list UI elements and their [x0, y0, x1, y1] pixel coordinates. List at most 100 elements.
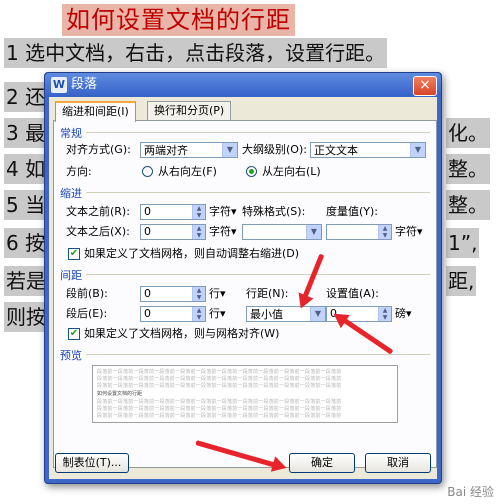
- preview-line: 段落前一段落前一段落前一段落前一段落前一段落前一段落前一段落前一段落前一段落前一…: [97, 383, 342, 389]
- outline-level-select[interactable]: 正文文本 ▼: [310, 142, 426, 158]
- spin-up-icon[interactable]: ▲: [193, 205, 205, 212]
- tab-indent-spacing[interactable]: 缩进和间距(I): [55, 101, 136, 122]
- spin-down-icon[interactable]: ▼: [193, 294, 205, 301]
- line-spacing-select[interactable]: 最小值 ▼: [246, 306, 326, 322]
- outline-level-value: 正文文本: [314, 144, 358, 157]
- alignment-value: 两端对齐: [144, 144, 188, 157]
- spinner[interactable]: ▲ ▼: [192, 225, 205, 239]
- spin-up-icon[interactable]: ▲: [193, 307, 205, 314]
- dialog-client: 缩进和间距(I) 换行和分页(P) 常规 对齐方式(G): 两端对齐 ▼ 大纲级…: [49, 97, 437, 479]
- indent-before-unit[interactable]: 字符▾: [209, 205, 237, 219]
- snap-to-grid-checkbox[interactable]: ✔: [68, 328, 80, 340]
- doc-line-8: 则按: [4, 302, 48, 332]
- tab-stops-button[interactable]: 制表位(T)...: [55, 453, 129, 473]
- tab-panel: 常规 对齐方式(G): 两端对齐 ▼ 大纲级别(O): 正文文本 ▼ 方向: 从…: [53, 120, 437, 468]
- spin-down-icon[interactable]: ▼: [379, 232, 391, 239]
- wps-app-icon: W: [51, 77, 67, 93]
- space-before-value: 0: [144, 287, 151, 300]
- indent-after-label: 文本之后(X):: [66, 225, 130, 238]
- auto-adjust-indent-label: 如果定义了文档网格，则自动调整右缩进(D): [84, 247, 300, 260]
- doc-fragment-1: 化。: [446, 118, 490, 148]
- dialog-titlebar[interactable]: W 段落 ×: [45, 73, 441, 97]
- preview-line: 段落前一段落前一段落前一段落前一段落前一段落前一段落前一段落前一段落前一段落前一…: [97, 399, 342, 405]
- space-before-unit[interactable]: 行▾: [209, 287, 226, 301]
- space-after-input[interactable]: 0 ▲ ▼: [140, 306, 206, 322]
- indent-before-label: 文本之前(R):: [66, 205, 130, 218]
- close-icon[interactable]: ×: [413, 76, 437, 96]
- indent-after-input[interactable]: 0 ▲ ▼: [140, 224, 206, 240]
- alignment-label: 对齐方式(G):: [66, 143, 131, 156]
- spinner[interactable]: ▲ ▼: [378, 225, 391, 239]
- special-format-label: 特殊格式(S):: [242, 205, 306, 218]
- doc-line-1: 1 选中文档，右击，点击段落，设置行距。: [4, 38, 388, 68]
- paragraph-dialog: W 段落 × 缩进和间距(I) 换行和分页(P) 常规 对齐方式(G): 两端对…: [44, 72, 442, 484]
- divider: [86, 192, 430, 193]
- chevron-down-icon[interactable]: ▼: [310, 307, 325, 321]
- radio-right-to-left[interactable]: [142, 166, 153, 177]
- watermark: Bai 经验: [447, 485, 494, 499]
- space-before-input[interactable]: 0 ▲ ▼: [140, 286, 206, 302]
- indent-after-unit[interactable]: 字符▾: [209, 225, 237, 239]
- radio-left-to-right[interactable]: [246, 166, 257, 177]
- line-spacing-label: 行距(N):: [246, 287, 289, 300]
- doc-fragment-4: 1”,: [446, 228, 480, 258]
- dialog-title: 段落: [71, 77, 98, 92]
- section-spacing: 间距: [60, 269, 82, 282]
- spin-down-icon[interactable]: ▼: [193, 232, 205, 239]
- section-indent: 缩进: [60, 187, 82, 200]
- doc-line-4: 4 如: [4, 154, 48, 184]
- space-after-unit[interactable]: 行▾: [209, 307, 226, 321]
- special-format-select[interactable]: ▼: [242, 224, 322, 240]
- cancel-button[interactable]: 取消: [365, 453, 431, 473]
- ok-button[interactable]: 确定: [289, 453, 355, 473]
- indent-before-value: 0: [144, 205, 151, 218]
- line-spacing-value: 最小值: [250, 308, 283, 321]
- spin-down-icon[interactable]: ▼: [193, 212, 205, 219]
- section-general: 常规: [60, 127, 82, 140]
- tab-line-page-breaks[interactable]: 换行和分页(P): [147, 101, 232, 120]
- doc-fragment-2: 整。: [446, 154, 490, 184]
- indent-before-input[interactable]: 0 ▲ ▼: [140, 204, 206, 220]
- doc-fragment-3: 整。: [446, 190, 490, 220]
- space-after-value: 0: [144, 307, 151, 320]
- alignment-select[interactable]: 两端对齐 ▼: [140, 142, 238, 158]
- doc-fragment-5: 距,: [446, 266, 477, 296]
- space-after-label: 段后(E):: [66, 307, 108, 320]
- spin-down-icon[interactable]: ▼: [193, 314, 205, 321]
- radio-left-to-right-label: 从左向右(L): [262, 165, 321, 178]
- preview-line: 段落前一段落前一段落前一段落前一段落前一段落前一段落前一段落前一段落前一段落前一…: [97, 413, 342, 419]
- preview-box: 段落前一段落前一段落前一段落前一段落前一段落前一段落前一段落前一段落前一段落前一…: [92, 365, 398, 423]
- divider: [86, 354, 430, 355]
- spin-up-icon[interactable]: ▲: [379, 307, 391, 314]
- divider: [86, 132, 430, 133]
- spin-up-icon[interactable]: ▲: [379, 225, 391, 232]
- chevron-down-icon[interactable]: ▼: [410, 143, 425, 157]
- preview-line: 段落前一段落前一段落前一段落前一段落前一段落前一段落前一段落前一段落前一段落前一…: [97, 376, 342, 382]
- spin-up-icon[interactable]: ▲: [193, 225, 205, 232]
- doc-line-6: 6 按: [4, 228, 48, 258]
- measure-input[interactable]: ▲ ▼: [326, 224, 392, 240]
- spinner[interactable]: ▲ ▼: [192, 287, 205, 301]
- doc-line-5: 5 当: [4, 190, 48, 220]
- chevron-down-icon[interactable]: ▼: [222, 143, 237, 157]
- spinner[interactable]: ▲ ▼: [378, 307, 391, 321]
- preview-main-text: 如何设置文档的行距: [97, 391, 143, 397]
- doc-line-2: 2 还: [4, 82, 48, 112]
- indent-after-value: 0: [144, 225, 151, 238]
- spinner[interactable]: ▲ ▼: [192, 205, 205, 219]
- measure-unit[interactable]: 字符▾: [395, 225, 423, 239]
- chevron-down-icon[interactable]: ▼: [306, 225, 321, 239]
- doc-line-3: 3 最: [4, 118, 48, 148]
- document-title: 如何设置文档的行距: [62, 4, 295, 36]
- space-before-label: 段前(B):: [66, 287, 108, 300]
- direction-label: 方向:: [66, 165, 92, 178]
- spin-up-icon[interactable]: ▲: [193, 287, 205, 294]
- set-value-label: 设置值(A):: [326, 287, 379, 300]
- spinner[interactable]: ▲ ▼: [192, 307, 205, 321]
- auto-adjust-indent-checkbox[interactable]: ✔: [68, 248, 80, 260]
- spin-down-icon[interactable]: ▼: [379, 314, 391, 321]
- preview-line: 段落前一段落前一段落前一段落前一段落前一段落前一段落前一段落前一段落前一段落前一…: [97, 369, 342, 375]
- measure-label: 度量值(Y):: [326, 205, 379, 218]
- doc-line-7: 若是: [4, 266, 48, 296]
- set-value-unit[interactable]: 磅▾: [395, 307, 412, 321]
